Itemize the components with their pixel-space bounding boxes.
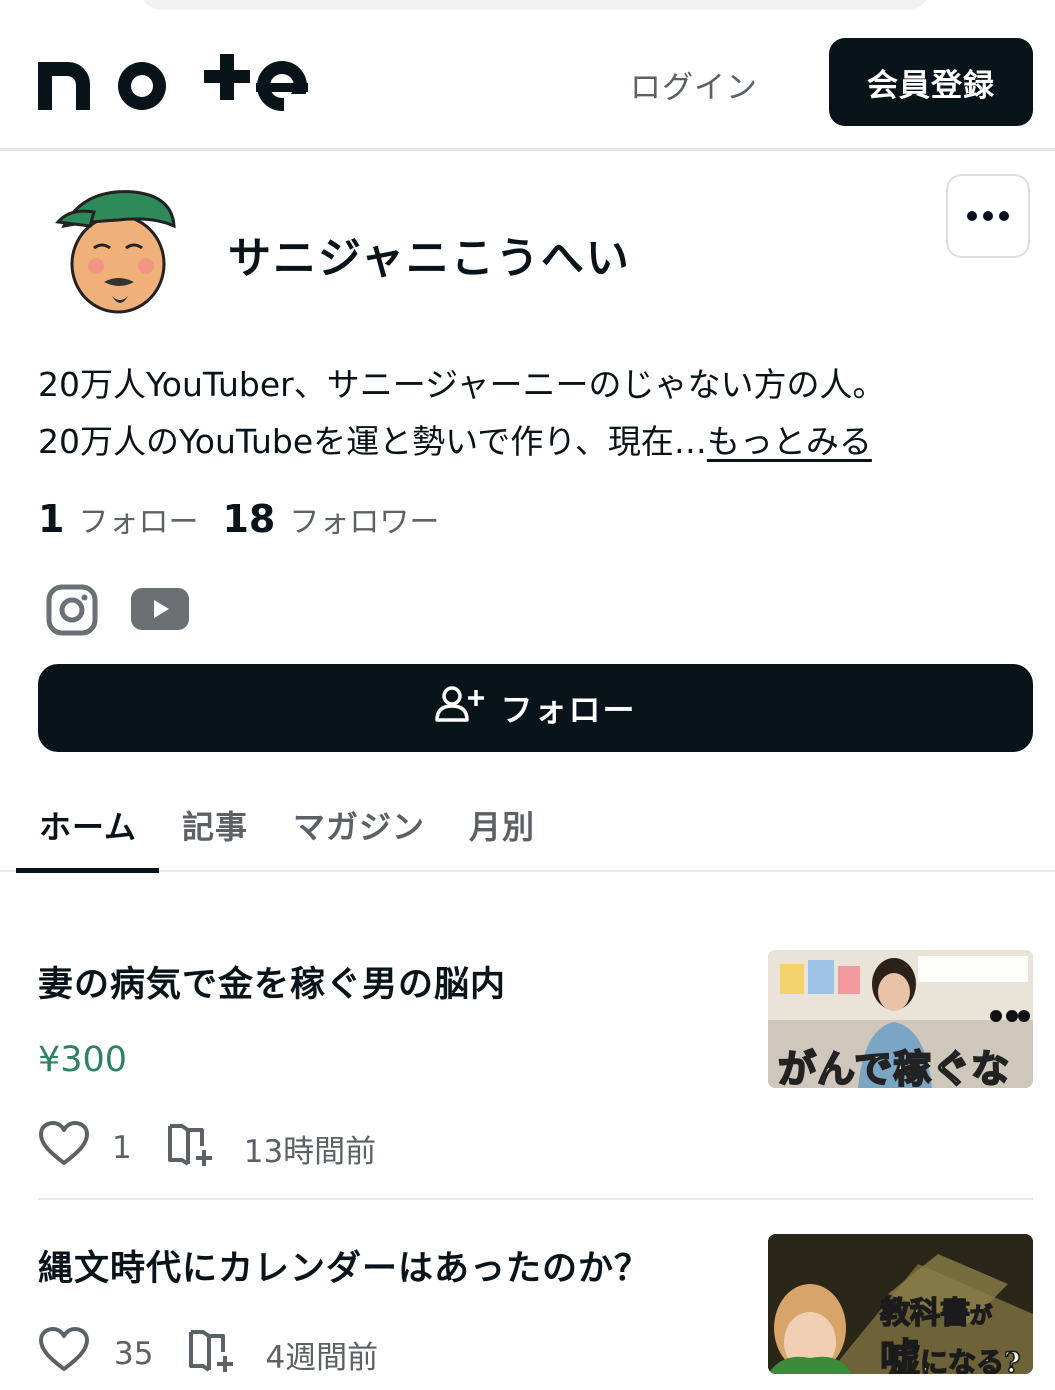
- avatar-illustration: [55, 190, 176, 314]
- tab-home[interactable]: ホーム: [39, 802, 137, 848]
- thumbnail-caption: になる?: [919, 1345, 1021, 1374]
- thumbnail-caption: がんで稼ぐな: [777, 1046, 1011, 1088]
- add-user-icon: [434, 684, 486, 732]
- tab-magazines[interactable]: マガジン: [293, 802, 425, 848]
- bio-line: 20万人のYouTubeを運と勢いで作り、現在…: [38, 422, 707, 461]
- article-thumbnail[interactable]: 教科書が 嘘になる?: [768, 1234, 1033, 1374]
- tab-articles[interactable]: 記事: [182, 802, 248, 848]
- like-count: 1: [112, 1130, 132, 1166]
- note-logo[interactable]: [38, 52, 310, 112]
- header-divider: [0, 148, 1055, 151]
- follower-count[interactable]: 18: [222, 497, 275, 541]
- more-options-button[interactable]: [946, 174, 1030, 258]
- article-price: ¥300: [38, 1040, 128, 1080]
- article-title[interactable]: 妻の病気で金を稼ぐ男の脳内: [38, 956, 506, 1007]
- profile-bio: 20万人YouTuber、サニージャーニーのじゃない方の人。 20万人のYouT…: [38, 356, 1018, 470]
- avatar[interactable]: [54, 186, 178, 316]
- follower-label[interactable]: フォロワー: [289, 497, 439, 541]
- magazine-add-icon[interactable]: [187, 1326, 237, 1382]
- instagram-icon[interactable]: [46, 584, 98, 636]
- bio-more-link[interactable]: もっとみる: [707, 422, 872, 461]
- register-button[interactable]: 会員登録: [829, 38, 1033, 126]
- heart-icon[interactable]: [38, 1327, 90, 1381]
- browser-address-bar: [140, 0, 930, 10]
- follow-button-label: フォロー: [500, 691, 637, 729]
- article-meta: 35 4週間前: [38, 1326, 378, 1382]
- article-time: 4週間前: [265, 1339, 379, 1376]
- login-link[interactable]: ログイン: [630, 62, 758, 107]
- tab-monthly[interactable]: 月別: [469, 802, 535, 848]
- profile-tabs: ホーム 記事 マガジン 月別: [16, 786, 1055, 873]
- article-thumbnail[interactable]: がんで稼ぐな: [768, 950, 1033, 1088]
- follow-button[interactable]: フォロー: [38, 664, 1033, 752]
- bio-line: 20万人YouTuber、サニージャーニーのじゃない方の人。: [38, 365, 886, 404]
- follow-count[interactable]: 1: [38, 497, 64, 541]
- thumbnail-caption: 嘘: [879, 1334, 921, 1374]
- active-tab-indicator: [16, 868, 159, 873]
- profile-name: サニジャニこうへい: [228, 234, 631, 284]
- magazine-add-icon[interactable]: [166, 1120, 216, 1176]
- article-time: 13時間前: [243, 1133, 377, 1170]
- heart-icon[interactable]: [38, 1121, 90, 1175]
- like-count: 35: [114, 1336, 154, 1372]
- article-meta: 1 13時間前: [38, 1120, 376, 1176]
- youtube-icon[interactable]: [131, 588, 189, 630]
- note-logo-icon: [38, 54, 310, 112]
- follow-label[interactable]: フォロー: [78, 497, 198, 541]
- follow-stats: 1 フォロー 18 フォロワー: [38, 497, 439, 541]
- article-divider: [38, 1198, 1033, 1200]
- article-title[interactable]: 縄文時代にカレンダーはあったのか？: [38, 1240, 650, 1291]
- more-icon: [967, 211, 1009, 221]
